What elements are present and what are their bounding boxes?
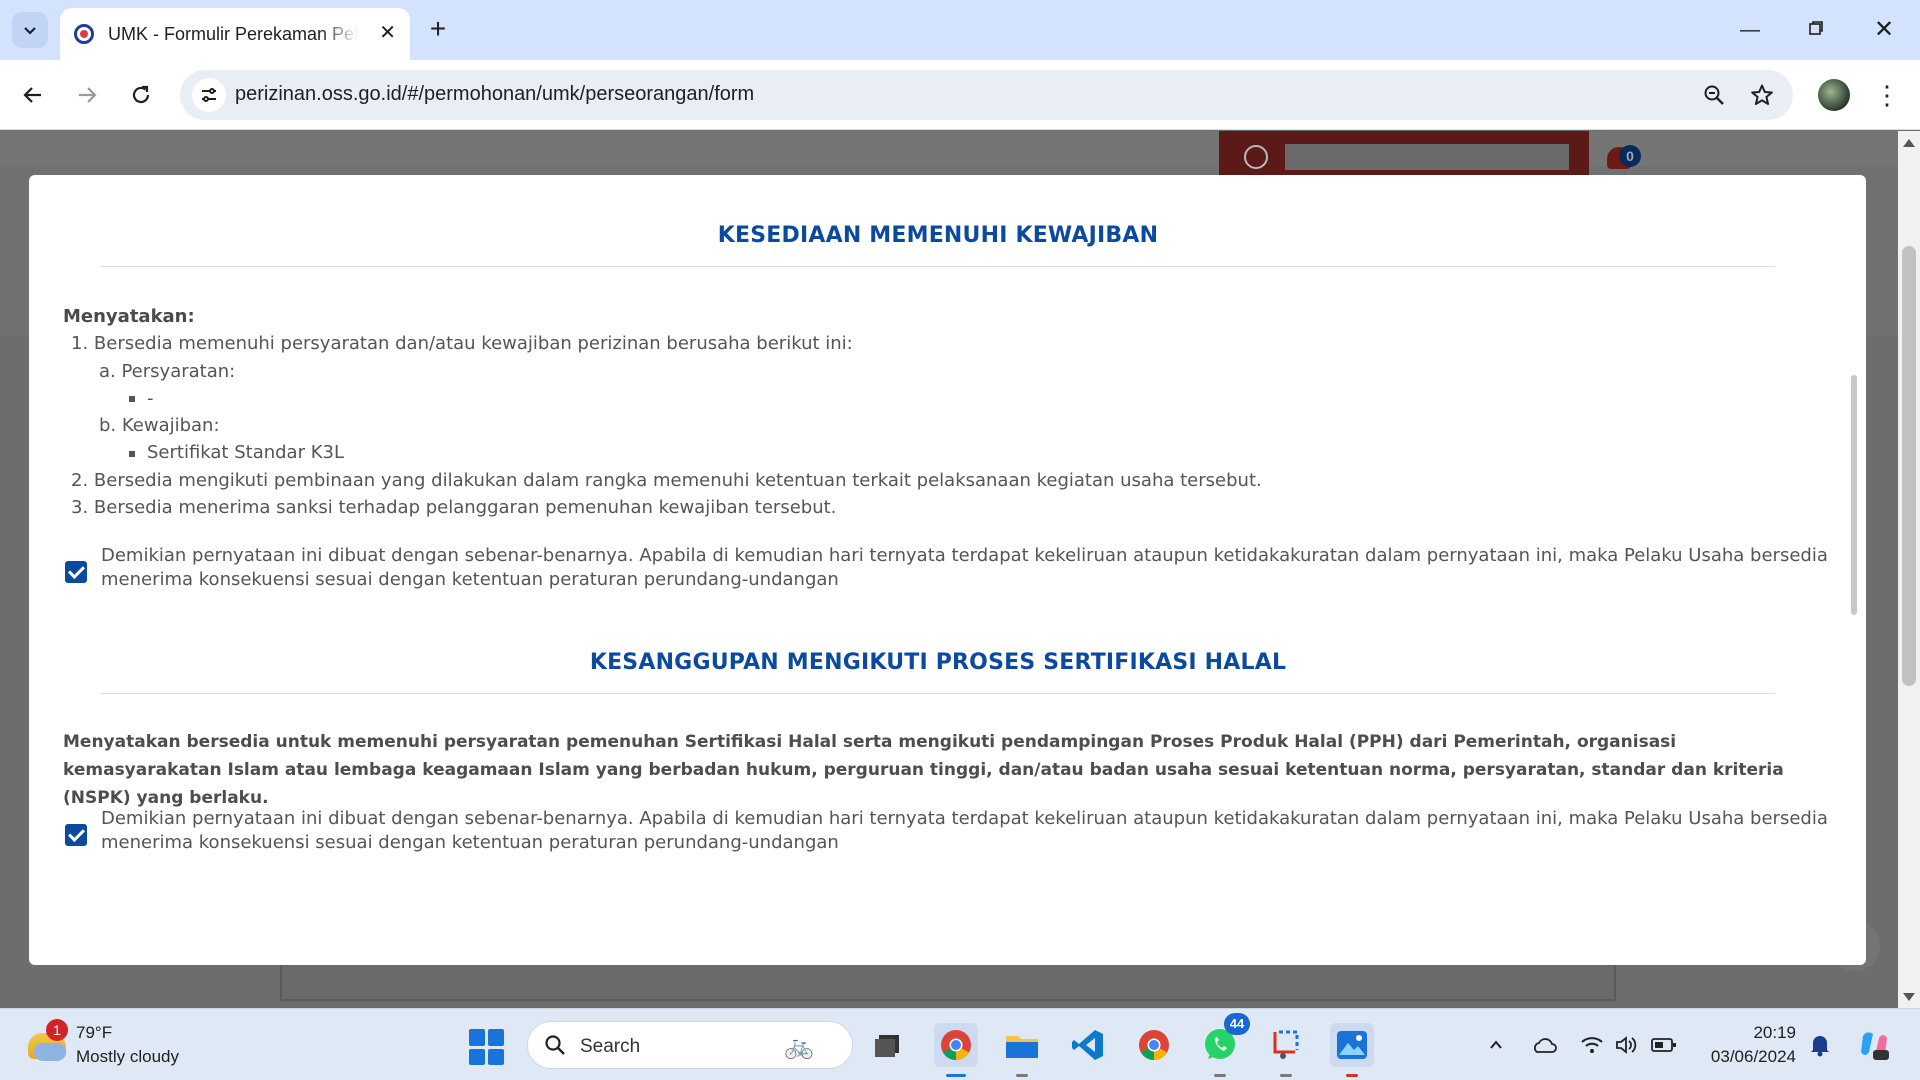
restore-icon	[1809, 21, 1823, 35]
browser-menu-button[interactable]: ⋮	[1872, 77, 1902, 113]
weather-description: Mostly cloudy	[76, 1047, 179, 1066]
search-icon	[545, 1035, 565, 1055]
photos-icon	[1337, 1031, 1367, 1059]
section-title-kewajiban: KESEDIAAN MEMENUHI KEWAJIBAN	[717, 223, 1159, 248]
list-item-1a: a. Persyaratan:	[99, 361, 236, 382]
persyaratan-value: -	[147, 388, 154, 409]
wifi-icon[interactable]	[1578, 1031, 1606, 1059]
tab-search-button[interactable]	[12, 12, 48, 48]
declaration-checkbox-kewajiban[interactable]	[65, 561, 87, 583]
list-item-2: 2. Bersedia mengikuti pembinaan yang dil…	[71, 470, 1262, 491]
chrome-icon	[941, 1030, 971, 1060]
new-tab-button[interactable]: +	[422, 14, 454, 46]
battery-icon[interactable]	[1650, 1031, 1678, 1059]
scroll-down-icon[interactable]	[1903, 993, 1915, 1001]
bicycle-icon: 🚲	[784, 1033, 814, 1060]
oss-favicon-icon	[74, 24, 94, 44]
bullet-icon	[129, 451, 135, 457]
notification-badge: 0	[1619, 145, 1641, 167]
bullet-icon	[129, 396, 135, 402]
snipping-tool-taskbar-app[interactable]	[1264, 1023, 1308, 1077]
windows-logo-icon	[469, 1029, 485, 1046]
kewajiban-value: Sertifikat Standar K3L	[147, 442, 344, 463]
user-circle-icon	[1244, 145, 1268, 169]
list-item-3: 3. Bersedia menerima sanksi terhadap pel…	[71, 497, 837, 518]
whatsapp-taskbar-app[interactable]: 44	[1198, 1013, 1250, 1077]
user-menu[interactable]	[1219, 131, 1589, 176]
halal-statement: Menyatakan bersedia untuk memenuhi persy…	[63, 732, 1784, 808]
taskbar: 1 79°F Mostly cloudy Search 🚲 44 20:19 0…	[0, 1008, 1920, 1080]
section-divider	[101, 266, 1775, 267]
page-scrollbar-thumb[interactable]	[1902, 246, 1916, 686]
show-hidden-icons-button[interactable]	[1482, 1031, 1510, 1059]
folder-icon	[1006, 1036, 1038, 1058]
onedrive-icon[interactable]	[1530, 1031, 1558, 1059]
vscode-taskbar-app[interactable]	[1066, 1023, 1110, 1067]
clock-time[interactable]: 20:19	[1740, 1023, 1796, 1043]
volume-icon[interactable]	[1612, 1031, 1640, 1059]
browser-toolbar: perizinan.oss.go.id/#/permohonan/umk/per…	[0, 60, 1920, 130]
copilot-icon[interactable]	[1856, 1027, 1892, 1063]
reload-button[interactable]	[122, 76, 160, 114]
declaration-checkbox-halal[interactable]	[65, 824, 87, 846]
section-title-halal: KESANGGUPAN MENGIKUTI PROSES SERTIFIKASI…	[589, 650, 1287, 675]
page-scrollbar[interactable]	[1898, 131, 1920, 1008]
photos-taskbar-app[interactable]	[1330, 1023, 1374, 1077]
profile-avatar[interactable]	[1818, 79, 1850, 111]
close-window-button[interactable]: ✕	[1864, 14, 1904, 46]
chevron-up-icon	[1490, 1040, 1502, 1049]
minimize-button[interactable]: —	[1730, 14, 1770, 46]
task-view-icon	[875, 1035, 899, 1057]
declaration-modal: KESEDIAAN MEMENUHI KEWAJIBAN Menyatakan:…	[29, 175, 1866, 965]
list-item-1: 1. Bersedia memenuhi persyaratan dan/ata…	[71, 333, 853, 354]
section-divider	[101, 693, 1775, 694]
list-item-1b: b. Kewajiban:	[99, 415, 220, 436]
taskbar-search[interactable]: Search 🚲	[527, 1021, 853, 1069]
task-view-button[interactable]	[866, 1023, 910, 1067]
tab-title: UMK - Formulir Perekaman Pelaku Usaha	[108, 23, 358, 44]
clock-date[interactable]: 03/06/2024	[1690, 1047, 1796, 1067]
weather-temperature: 79°F	[76, 1023, 113, 1042]
zoom-icon	[1704, 85, 1724, 105]
snipping-tool-icon	[1273, 1030, 1299, 1059]
back-button[interactable]	[14, 76, 52, 114]
scroll-up-icon[interactable]	[1903, 139, 1915, 147]
modal-scrollbar-thumb[interactable]	[1851, 375, 1857, 615]
chrome-icon	[1139, 1030, 1169, 1060]
tune-icon	[202, 88, 216, 102]
active-tab[interactable]: UMK - Formulir Perekaman Pelaku Usaha ✕	[60, 8, 410, 60]
search-label: Search	[580, 1036, 641, 1057]
tab-bar: UMK - Formulir Perekaman Pelaku Usaha ✕ …	[0, 0, 1920, 60]
arrow-right-icon	[79, 87, 97, 103]
restore-button[interactable]	[1796, 14, 1836, 46]
bookmark-button[interactable]	[1748, 81, 1776, 109]
statement-intro: Menyatakan:	[63, 306, 195, 327]
star-icon	[1751, 84, 1773, 105]
user-name-redacted	[1285, 144, 1569, 170]
weather-badge: 1	[46, 1019, 68, 1041]
notification-bell-icon[interactable]	[1806, 1031, 1834, 1059]
reload-icon	[132, 85, 150, 104]
chrome-profile-taskbar-app[interactable]	[1132, 1023, 1176, 1067]
address-bar[interactable]: perizinan.oss.go.id/#/permohonan/umk/per…	[180, 70, 1793, 120]
declaration-text-kewajiban: Demikian pernyataan ini dibuat dengan se…	[101, 545, 1828, 590]
arrow-left-icon	[23, 87, 41, 103]
whatsapp-badge: 44	[1224, 1013, 1250, 1035]
chrome-taskbar-app[interactable]	[934, 1023, 978, 1077]
forward-button[interactable]	[68, 76, 106, 114]
declaration-text-halal: Demikian pernyataan ini dibuat dengan se…	[101, 808, 1828, 853]
cloud-icon	[34, 1043, 66, 1061]
file-explorer-taskbar-app[interactable]	[1000, 1023, 1044, 1077]
close-tab-icon[interactable]: ✕	[379, 22, 396, 44]
url-text: perizinan.oss.go.id/#/permohonan/umk/per…	[235, 83, 755, 105]
vscode-icon	[1072, 1030, 1103, 1060]
zoom-button[interactable]	[1700, 81, 1728, 109]
chevron-down-icon	[24, 27, 36, 35]
start-button[interactable]	[469, 1029, 505, 1065]
site-info-button[interactable]	[192, 78, 226, 112]
